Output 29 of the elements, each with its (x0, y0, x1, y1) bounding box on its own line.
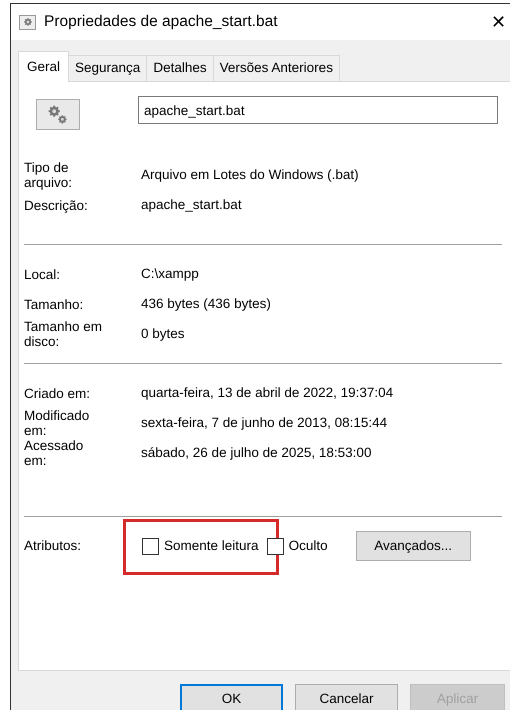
field-value: quarta-feira, 13 de abril de 2022, 19:37:04 (141, 384, 394, 402)
field-label: Tamanho: (24, 296, 84, 312)
field-label: Tamanho em disco: (24, 319, 104, 349)
field-label: Criado em: (24, 386, 92, 400)
tab[interactable]: Geral (18, 51, 70, 82)
field-value: apache_start.bat (141, 196, 243, 214)
tab[interactable]: Versões Anteriores (212, 55, 340, 81)
field-value: C:\xampp (141, 264, 200, 283)
checkbox-option[interactable]: Somente leitura (142, 536, 259, 556)
field-label: Tipo de arquivo: (24, 160, 74, 190)
field-label: Acessado em: (24, 438, 84, 468)
field-value: 0 bytes (141, 324, 186, 343)
field-label: Local: (24, 266, 62, 282)
field-value: sábado, 26 de julho de 2025, 18:53:00 (141, 444, 372, 462)
window-icon (19, 14, 36, 30)
file-gear-icon (36, 99, 80, 130)
file-name-field[interactable]: apache_start.bat (138, 96, 498, 124)
dialog-button[interactable]: Cancelar (295, 684, 398, 710)
window-title: Propriedades de apache_start.bat (44, 12, 278, 32)
advanced-button[interactable]: Avançados... (356, 531, 471, 561)
field-label: Modificado em: (24, 408, 90, 438)
checkbox-option[interactable]: Oculto (266, 536, 328, 556)
dialog-button[interactable]: OK (180, 684, 283, 710)
field-label: Descrição: (24, 198, 89, 212)
field-value: 436 bytes (436 bytes) (141, 294, 272, 313)
field-value: Arquivo em Lotes do Windows (.bat) (141, 166, 360, 184)
field-value: sexta-feira, 7 de junho de 2013, 08:15:44 (141, 414, 388, 432)
field-label: Atributos: (24, 536, 82, 555)
close-button[interactable]: ✕ (491, 13, 506, 31)
